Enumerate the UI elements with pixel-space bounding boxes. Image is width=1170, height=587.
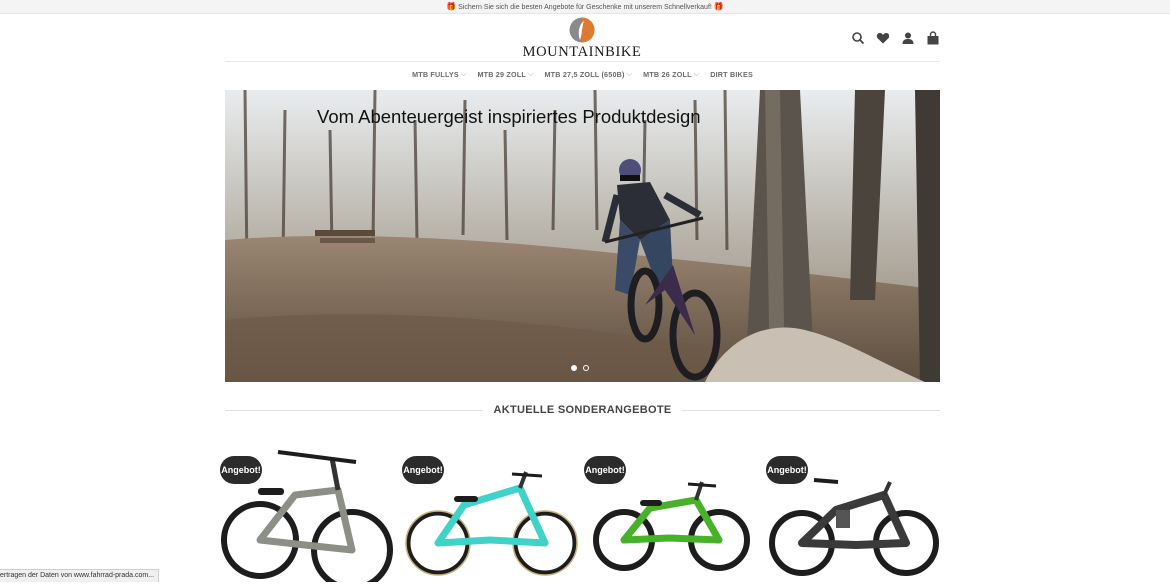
nav-label: MTB FULLYS <box>412 66 459 84</box>
nav-item-mtb-26[interactable]: MTB 26 ZOLL ⌵ <box>643 66 699 84</box>
site-header: MOUNTAINBIKE <box>225 14 940 62</box>
sale-badge: Angebot! <box>766 456 808 484</box>
chevron-down-icon: ⌵ <box>694 66 700 84</box>
product-card[interactable]: Angebot! <box>402 450 578 582</box>
chevron-down-icon: ⌵ <box>627 66 633 84</box>
logo-text: MOUNTAINBIKE <box>521 45 643 59</box>
sale-badge: Angebot! <box>584 456 626 484</box>
search-icon[interactable] <box>851 31 865 45</box>
promo-text[interactable]: Sichern Sie sich die besten Angebote für… <box>458 4 712 11</box>
nav-label: DIRT BIKES <box>710 66 753 84</box>
hero-slider[interactable]: Vom Abenteuergeist inspiriertes Produktd… <box>225 90 940 382</box>
divider <box>225 410 483 411</box>
nav-item-dirt-bikes[interactable]: DIRT BIKES <box>710 66 753 84</box>
nav-label: MTB 27,5 ZOLL (650B) <box>544 66 624 84</box>
sale-badge: Angebot! <box>402 456 444 484</box>
section-heading: AKTUELLE SONDERANGEBOTE <box>225 400 940 420</box>
product-card[interactable]: Angebot! <box>584 450 756 582</box>
hero-image <box>225 90 940 382</box>
section-title: AKTUELLE SONDERANGEBOTE <box>483 404 681 416</box>
divider <box>682 410 940 411</box>
chevron-down-icon: ⌵ <box>528 66 534 84</box>
nav-label: MTB 29 ZOLL <box>477 66 526 84</box>
site-logo[interactable]: MOUNTAINBIKE <box>521 17 643 61</box>
nav-item-mtb-27-5[interactable]: MTB 27,5 ZOLL (650B) ⌵ <box>544 66 632 84</box>
product-card[interactable]: Angebot! <box>220 450 398 582</box>
chevron-down-icon: ⌵ <box>461 66 467 84</box>
slider-dots <box>571 365 589 371</box>
sale-badge: Angebot! <box>220 456 262 484</box>
nav-item-mtb-fullys[interactable]: MTB FULLYS ⌵ <box>412 66 466 84</box>
hero-title: Vom Abenteuergeist inspiriertes Produktd… <box>317 106 701 128</box>
heart-icon[interactable] <box>876 31 890 45</box>
header-icons <box>851 30 940 46</box>
main-nav: MTB FULLYS ⌵ MTB 29 ZOLL ⌵ MTB 27,5 ZOLL… <box>225 66 940 84</box>
product-card[interactable]: Angebot! <box>766 450 944 582</box>
slider-dot-2[interactable] <box>583 365 589 371</box>
gift-icon: 🎁 <box>446 2 456 11</box>
shopping-bag-icon[interactable] <box>926 31 940 45</box>
user-icon[interactable] <box>901 31 915 45</box>
nav-label: MTB 26 ZOLL <box>643 66 692 84</box>
nav-item-mtb-29[interactable]: MTB 29 ZOLL ⌵ <box>477 66 533 84</box>
promo-bar: 🎁 Sichern Sie sich die besten Angebote f… <box>0 0 1170 14</box>
logo-icon <box>569 17 595 43</box>
gift-icon: 🎁 <box>714 2 724 11</box>
slider-dot-1[interactable] <box>571 365 577 371</box>
browser-status-bar: ertragen der Daten von www.fahrrad-prada… <box>0 569 159 582</box>
